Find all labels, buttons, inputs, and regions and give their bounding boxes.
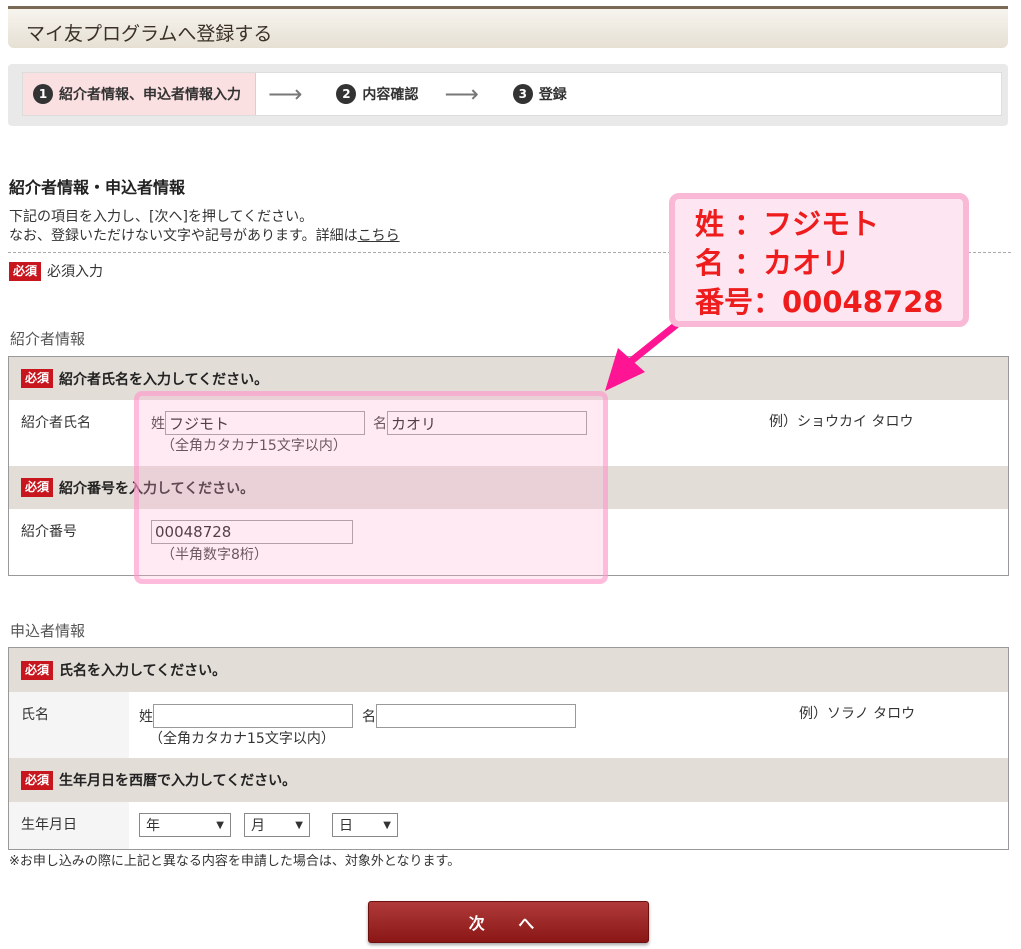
pointer-arrow-icon	[605, 321, 680, 391]
callout-line-2: 名 ：カオリ	[695, 246, 851, 280]
callout-line-3: 番号：00048728	[695, 285, 944, 319]
callout-line-1: 姓 ：フジモト	[695, 207, 880, 241]
annotation-callout: 姓 ：フジモト 名 ：カオリ 番号：00048728	[669, 193, 969, 327]
